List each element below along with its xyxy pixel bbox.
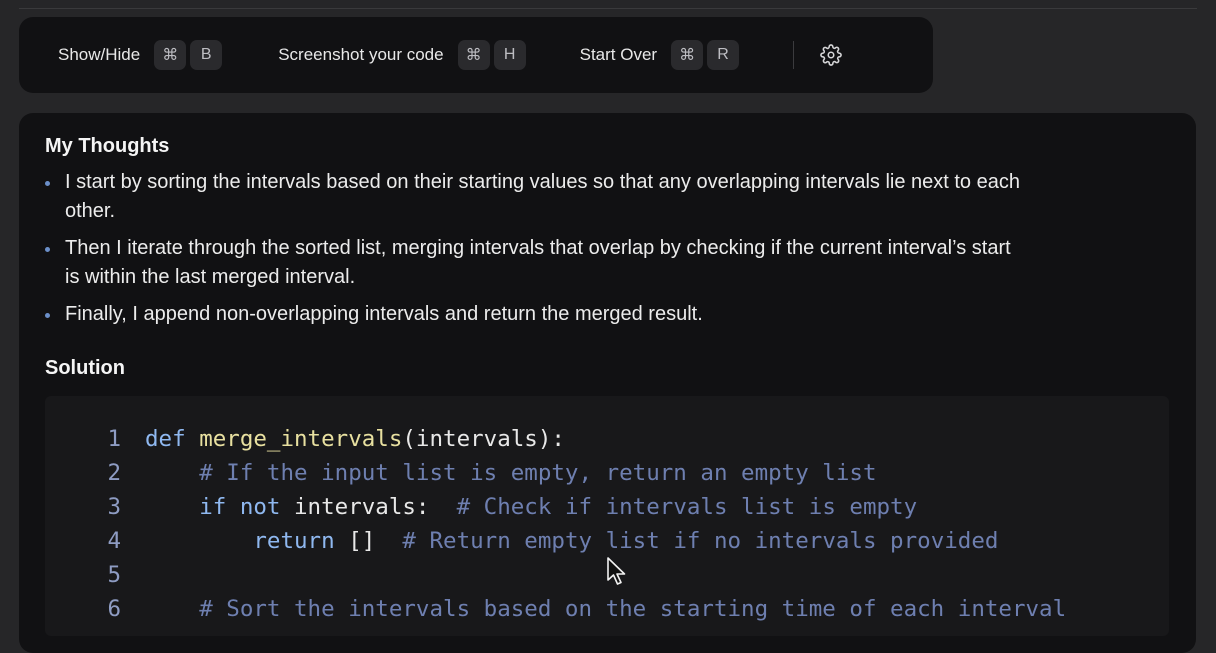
code-token: # Sort the intervals based on the starti…	[199, 596, 1067, 622]
mouse-cursor-icon	[607, 557, 626, 585]
show-hide-shortcut[interactable]: Show/Hide ⌘ B	[58, 40, 226, 70]
code-line: 4 return [] # Return empty list if no in…	[45, 524, 1169, 558]
code-line: 6 # Sort the intervals based on the star…	[45, 592, 1169, 626]
code-text: # If the input list is empty, return an …	[145, 456, 877, 490]
bullet-icon	[45, 313, 50, 318]
start-over-label: Start Over	[579, 45, 658, 64]
start-over-shortcut[interactable]: Start Over ⌘ R	[580, 40, 743, 70]
code-token: return	[253, 528, 349, 554]
top-divider	[19, 8, 1197, 9]
toolbar-separator	[793, 41, 795, 69]
list-item: Then I iterate through the sorted list, …	[45, 234, 1025, 292]
code-token: # Return empty list if no intervals prov…	[402, 528, 999, 554]
show-hide-label: Show/Hide	[58, 45, 141, 64]
code-token: (intervals):	[402, 426, 565, 452]
code-token: # If the input list is empty, return an …	[199, 460, 877, 486]
code-token: if not	[199, 494, 295, 520]
command-key-icon: ⌘	[457, 40, 490, 70]
code-line: 1 def merge_intervals(intervals):	[45, 422, 1169, 456]
code-line: 3 if not intervals: # Check if intervals…	[45, 490, 1169, 524]
line-number: 5	[107, 562, 121, 588]
line-number: 4	[107, 528, 121, 554]
line-number: 3	[107, 494, 121, 520]
line-number: 1	[107, 426, 121, 452]
code-token: []	[348, 528, 403, 554]
code-text: def merge_intervals(intervals):	[145, 422, 565, 456]
thoughts-list: I start by sorting the intervals based o…	[45, 168, 1025, 329]
solution-heading: Solution	[45, 357, 125, 379]
screenshot-shortcut[interactable]: Screenshot your code ⌘ H	[278, 40, 529, 70]
code-token: def	[145, 426, 200, 452]
settings-button[interactable]	[820, 44, 842, 66]
code-text: return [] # Return empty list if no inte…	[145, 524, 998, 558]
code-token: intervals:	[294, 494, 457, 520]
line-number: 2	[107, 460, 121, 486]
list-item: Finally, I append non-overlapping interv…	[45, 300, 1025, 329]
list-item: I start by sorting the intervals based o…	[45, 168, 1025, 226]
code-line: 2 # If the input list is empty, return a…	[45, 456, 1169, 490]
shortcut-toolbar: Show/Hide ⌘ B Screenshot your code ⌘ H S…	[19, 17, 933, 93]
code-token: # Check if intervals list is empty	[456, 494, 918, 520]
command-key-icon: ⌘	[154, 40, 187, 70]
command-key-icon: ⌘	[671, 40, 704, 70]
key-r: R	[707, 40, 740, 70]
key-b: B	[190, 40, 223, 70]
line-number: 6	[107, 596, 121, 622]
screenshot-label: Screenshot your code	[278, 45, 444, 64]
key-h: H	[493, 40, 526, 70]
thoughts-heading: My Thoughts	[45, 135, 170, 157]
code-block[interactable]: 1 def merge_intervals(intervals): 2 # If t…	[45, 396, 1169, 636]
thought-text: Then I iterate through the sorted list, …	[65, 237, 1011, 288]
code-token: merge_intervals	[199, 426, 403, 452]
bullet-icon	[45, 181, 50, 186]
code-text: if not intervals: # Check if intervals l…	[145, 490, 917, 524]
bullet-icon	[45, 247, 50, 252]
code-text: # Sort the intervals based on the starti…	[145, 592, 1066, 626]
gear-icon	[820, 44, 842, 66]
thought-text: Finally, I append non-overlapping interv…	[65, 303, 703, 325]
thought-text: I start by sorting the intervals based o…	[65, 171, 1020, 222]
